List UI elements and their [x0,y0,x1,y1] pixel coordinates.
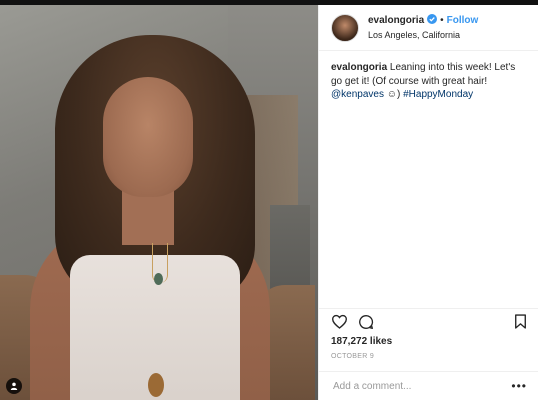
caption-emoji: ☺ [386,89,397,100]
comment-icon[interactable] [358,314,374,330]
post-header: evalongoria • Follow Los Angeles, Califo… [319,5,538,51]
caption-hashtag[interactable]: #HappyMonday [403,89,473,100]
heart-icon[interactable] [331,314,348,329]
more-options-icon[interactable]: ••• [511,379,527,393]
caption-username[interactable]: evalongoria [331,62,387,73]
comment-bar: ••• [319,371,538,400]
header-row: evalongoria • Follow [368,14,478,28]
photo-pendant-long [148,373,164,397]
header-text: evalongoria • Follow Los Angeles, Califo… [368,14,478,41]
post-caption: evalongoria Leaning into this week! Let'… [319,51,538,112]
bookmark-icon[interactable] [514,314,527,329]
avatar[interactable] [331,13,359,42]
post-modal: evalongoria • Follow Los Angeles, Califo… [0,5,538,400]
caption-mention[interactable]: @kenpaves [331,89,384,100]
verified-badge-icon [427,14,438,28]
user-tag-icon[interactable] [6,378,22,394]
location-link[interactable]: Los Angeles, California [368,30,478,41]
comment-input[interactable] [331,379,512,393]
likes-count[interactable]: 187,272 likes [331,336,392,347]
post-photo[interactable] [0,5,318,400]
username-link[interactable]: evalongoria [368,15,424,27]
action-bar [319,308,538,334]
post-sidebar: evalongoria • Follow Los Angeles, Califo… [318,5,538,400]
photo-face [103,77,193,197]
follow-button[interactable]: Follow [447,15,479,27]
photo-pendant [154,273,163,285]
post-date: OCTOBER 9 [331,353,375,360]
separator-dot: • [440,15,444,27]
caption-close: ) [396,89,401,100]
